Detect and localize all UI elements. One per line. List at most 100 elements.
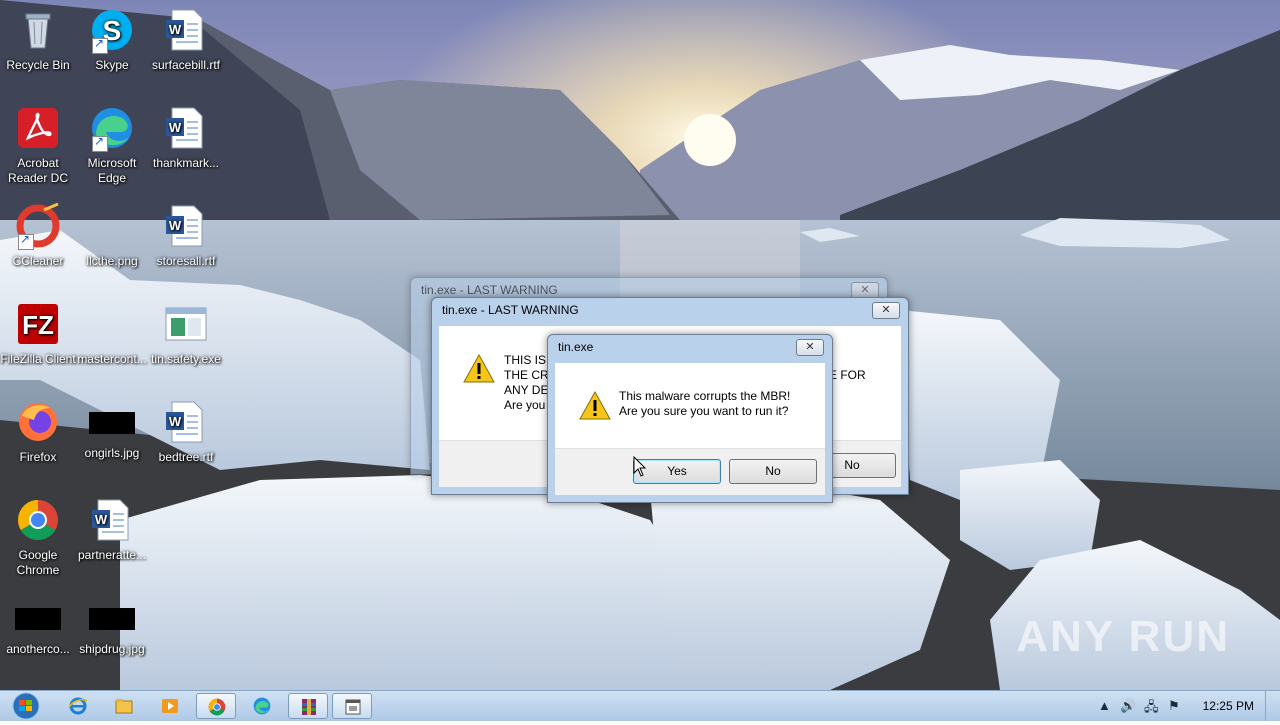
desktop-icon-bedtree[interactable]: W bedtree.rtf [148, 398, 224, 465]
desktop-icon-tin-safety[interactable]: tin.safety.exe [148, 300, 224, 367]
shortcut-arrow-icon [92, 134, 108, 152]
svg-text:W: W [169, 218, 182, 233]
edge-icon [253, 697, 271, 715]
desktop-icon-label: Firefox [19, 450, 57, 464]
internet-explorer-icon [68, 697, 88, 715]
word-document-icon: W [162, 6, 210, 54]
network-icon[interactable]: 🖧 [1144, 698, 1159, 720]
close-icon: ✕ [860, 284, 870, 296]
desktop-icon-label: Skype [95, 58, 129, 72]
svg-text:FZ: FZ [22, 310, 54, 340]
dialog-client: This malware corrupts the MBR! Are you s… [555, 363, 825, 495]
desktop-icon-label: ongirls.jpg [84, 446, 140, 460]
desktop-icon-label: llcthe.png [86, 254, 138, 268]
desktop-icon-partneratte[interactable]: W partneratte... [74, 496, 150, 563]
taskbar-internet-explorer[interactable] [58, 693, 98, 719]
desktop-icon-skype[interactable]: S Skype [74, 6, 150, 73]
desktop-icon-filezilla[interactable]: FZ FileZilla Client [0, 300, 76, 367]
taskbar-winrar[interactable] [288, 693, 328, 719]
watermark: ANY RUN [1016, 612, 1230, 661]
firefox-icon [14, 398, 62, 446]
close-button[interactable]: ✕ [872, 302, 900, 319]
taskbar-edge[interactable] [242, 693, 282, 719]
desktop-icon-ongirls[interactable]: ongirls.jpg [74, 398, 150, 461]
desktop-icon-label: partneratte... [77, 548, 147, 562]
exe-icon [162, 300, 210, 348]
volume-icon[interactable]: 🔊 [1120, 698, 1136, 714]
desktop-icon-label: bedtree.rtf [158, 450, 214, 464]
close-icon: ✕ [881, 304, 891, 316]
image-file-icon [89, 412, 135, 434]
media-player-icon [162, 699, 178, 713]
start-button[interactable] [6, 692, 46, 720]
desktop-icon-mastercont[interactable]: mastercont... [74, 300, 150, 367]
taskbar: ▲ 🔊 🖧 ⚑ 12:25 PM [0, 690, 1280, 721]
svg-text:W: W [169, 414, 182, 429]
desktop-icon-label: Recycle Bin [6, 58, 70, 72]
skype-icon: S [88, 6, 136, 54]
dialog-title: tin.exe - LAST WARNING [442, 303, 579, 317]
desktop-icon-anotherco[interactable]: anotherco... [0, 594, 76, 657]
svg-text:W: W [169, 22, 182, 37]
svg-text:W: W [169, 120, 182, 135]
desktop-icon-firefox[interactable]: Firefox [0, 398, 76, 465]
close-button[interactable]: ✕ [796, 339, 824, 356]
windows-logo-icon [12, 692, 40, 720]
desktop-icon-surfacebill[interactable]: W surfacebill.rtf [148, 6, 224, 73]
desktop-icon-llcthe[interactable]: llcthe.png [74, 202, 150, 269]
desktop-icon-label: thankmark... [152, 156, 220, 170]
desktop-icon-shipdrug[interactable]: shipdrug.jpg [74, 594, 150, 657]
action-center-flag-icon[interactable]: ⚑ [1168, 698, 1180, 714]
desktop-icon-label: FileZilla Client [0, 352, 76, 366]
desktop-icon-label: anotherco... [6, 642, 70, 656]
chrome-icon [208, 698, 226, 716]
close-icon: ✕ [805, 341, 815, 353]
image-file-icon [15, 608, 61, 630]
clock[interactable]: 12:25 PM [1203, 699, 1254, 713]
desktop-icon-label: storesall.rtf [156, 254, 216, 268]
filezilla-icon: FZ [14, 300, 62, 348]
acrobat-icon [14, 104, 62, 152]
dialog-message: This malware corrupts the MBR! Are you s… [619, 389, 791, 418]
desktop-icon-label: shipdrug.jpg [79, 642, 145, 656]
show-hidden-icons-icon[interactable]: ▲ [1098, 698, 1111, 713]
image-file-icon [88, 300, 136, 348]
desktop-icon-recycle-bin[interactable]: Recycle Bin [0, 6, 76, 73]
system-tray: ▲ 🔊 🖧 ⚑ 12:25 PM [1090, 691, 1280, 721]
desktop-icon-label: surfacebill.rtf [151, 58, 221, 72]
taskbar-chrome[interactable] [196, 693, 236, 719]
desktop-icon-storesall[interactable]: W storesall.rtf [148, 202, 224, 269]
desktop-icon-label: mastercont... [77, 352, 147, 366]
word-document-icon: W [162, 398, 210, 446]
warning-line-4: Are you [504, 398, 546, 412]
taskbar-file-explorer[interactable] [104, 693, 144, 719]
word-document-icon: W [88, 496, 136, 544]
warning-line-3: ANY DE [504, 383, 549, 397]
warning-icon [463, 354, 495, 383]
dialog-title: tin.exe [558, 340, 594, 354]
image-file-icon [88, 202, 136, 250]
mouse-cursor-icon [633, 456, 647, 477]
dialog-footer: Yes No [555, 448, 825, 495]
svg-text:W: W [95, 512, 108, 527]
desktop-icon-chrome[interactable]: Google Chrome [0, 496, 76, 578]
desktop-icon-label: tin.safety.exe [151, 352, 221, 366]
desktop-icon-ccleaner[interactable]: CCleaner [0, 202, 76, 269]
desktop-icon-label: Acrobat Reader DC [7, 156, 69, 185]
warning-line-right: E FOR [829, 368, 866, 382]
desktop-icon-thankmark[interactable]: W thankmark... [148, 104, 224, 171]
desktop-icon-label: Microsoft Edge [87, 156, 137, 185]
warning-line-2: THE CRI [504, 368, 552, 382]
taskbar-tin-exe[interactable] [332, 693, 372, 719]
taskbar-media-player[interactable] [150, 693, 190, 719]
archive-icon [302, 699, 316, 715]
desktop-icon-edge[interactable]: Microsoft Edge [74, 104, 150, 186]
show-desktop-button[interactable] [1265, 691, 1280, 721]
desktop-icon-label: CCleaner [12, 254, 64, 268]
desktop-icon-acrobat[interactable]: Acrobat Reader DC [0, 104, 76, 186]
application-window-icon [345, 699, 361, 715]
no-button[interactable]: No [729, 459, 817, 484]
edge-icon [88, 104, 136, 152]
dialog-tin-exe[interactable]: tin.exe ✕ This malware corrupts the MBR!… [547, 334, 833, 503]
desktop-icon-label: Google Chrome [16, 548, 60, 577]
